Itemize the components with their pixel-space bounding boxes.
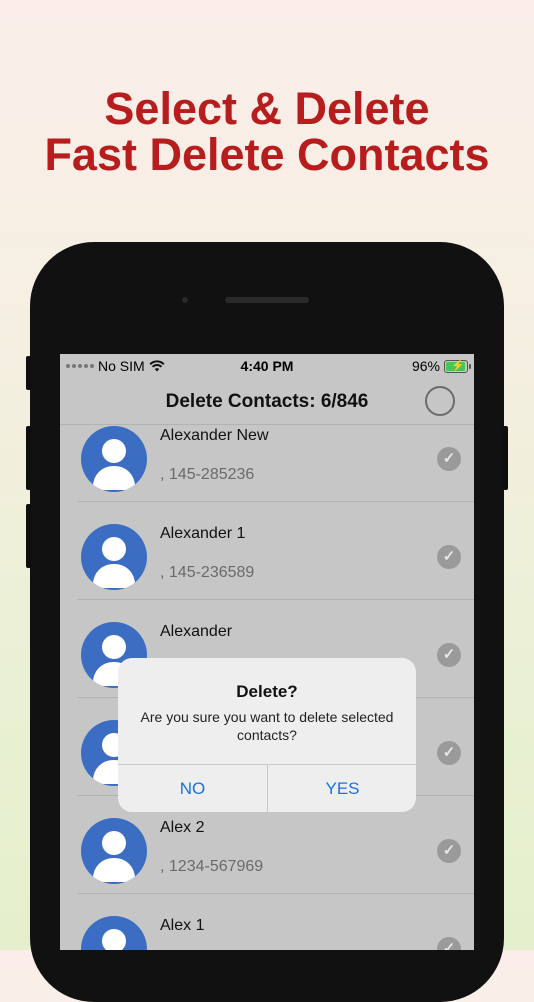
contact-phone: , 145-285236 [160,466,255,483]
contact-row[interactable]: Alex 1 ✓ [60,894,474,950]
dialog-title: Delete? [236,682,298,701]
contact-phone: , 145-236589 [160,564,255,581]
checkmark-icon[interactable]: ✓ [437,839,461,863]
contact-name: Alex 2 [160,819,205,836]
contact-name: Alexander [160,623,233,640]
person-icon [81,818,147,884]
contact-name: Alexander 1 [160,525,246,542]
phone-screen: No SIM 4:40 PM 96% ⚡ Delete Contacts: 6/… [60,354,474,950]
dialog-message: Are you sure you want to delete selected… [140,709,394,743]
phone-volume-up-button [26,426,31,490]
headline-line-1: Select & Delete [104,83,430,134]
checkmark-icon[interactable]: ✓ [437,643,461,667]
phone-volume-down-button [26,504,31,568]
front-camera [182,297,188,303]
headline-line-2: Fast Delete Contacts [44,129,490,180]
phone-power-button [503,426,508,490]
battery-charging-icon: ⚡ [444,359,471,373]
person-icon [81,916,147,950]
yes-button[interactable]: YES [268,765,416,812]
earpiece-speaker [225,297,309,303]
checkmark-icon[interactable]: ✓ [437,545,461,569]
contact-name: Alex 1 [160,917,205,934]
checkmark-icon[interactable]: ✓ [437,447,461,471]
no-button[interactable]: NO [118,765,267,812]
status-bar: No SIM 4:40 PM 96% ⚡ [60,354,474,378]
checkmark-icon[interactable]: ✓ [437,741,461,765]
contact-row[interactable]: Alexander 1 , 145-236589 ✓ [60,502,474,600]
checkmark-icon[interactable]: ✓ [437,937,461,950]
battery-percent: 96% [411,358,440,374]
contact-row[interactable]: Alexander New , 145-285236 ✓ [60,404,474,502]
person-icon [81,524,147,590]
contact-phone: , 1234-567969 [160,858,264,875]
delete-confirm-dialog: Delete? Are you sure you want to delete … [118,658,416,812]
contact-name: Alexander New [160,427,269,444]
phone-side-button [26,356,31,390]
person-icon [81,426,147,492]
